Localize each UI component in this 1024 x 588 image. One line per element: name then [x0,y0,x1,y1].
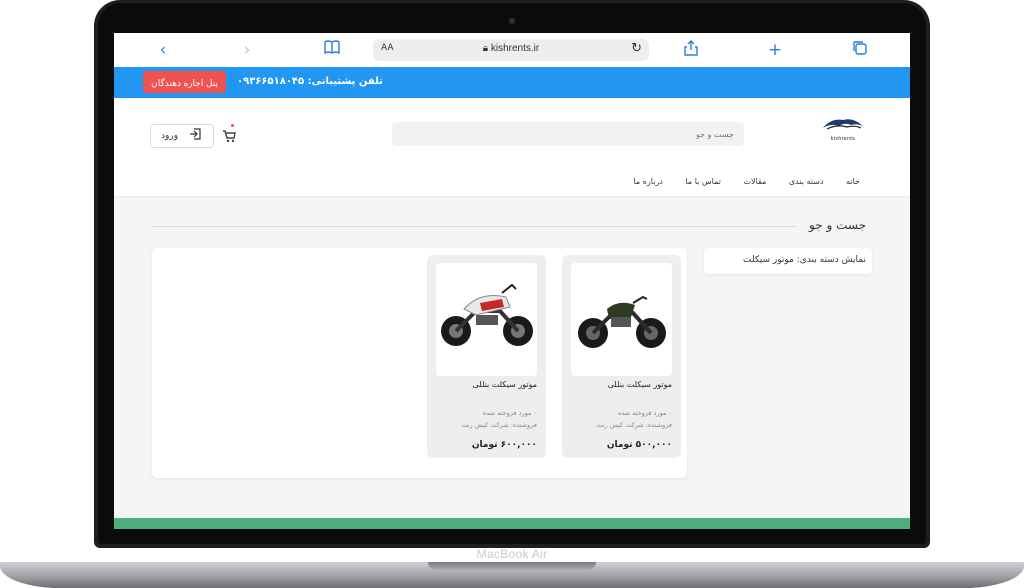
product-grid: موتور سیکلت بنللی ۰ مورد فروخته شده فروش… [152,248,687,478]
nav-item-home[interactable]: خانه [846,177,860,186]
lessor-panel-button[interactable]: پنل اجاره دهندگان [143,71,226,93]
site-topbar: پنل اجاره دهندگان تلفن پشتیبانی: ۰۹۳۶۶۵۱… [114,67,910,98]
browser-toolbar: ‹ › AA 🔒︎ kishrents.ir ↻ + [114,33,910,68]
login-icon [189,128,201,143]
site-logo[interactable]: kishrents [817,114,869,148]
login-label: ورود [161,130,179,140]
category-filter[interactable]: نمایش دسته بندی: موتور سیکلت [704,248,872,274]
laptop-chin [114,529,910,543]
book-icon[interactable] [321,40,343,60]
support-phone: تلفن پشتیبانی: ۰۹۳۶۶۵۱۸۰۴۵ [237,76,383,87]
url-text: 🔒︎ kishrents.ir [482,43,540,54]
filter-text: نمایش دسته بندی: موتور سیکلت [743,255,866,265]
product-name[interactable]: موتور سیکلت بنللی [473,380,537,389]
product-price: ۶۰۰,۰۰۰ تومان [471,440,537,450]
url-bar[interactable]: AA 🔒︎ kishrents.ir ↻ [373,39,649,61]
camera-icon [509,18,515,24]
product-seller: فروشنده: شرکت کیش رنت [461,421,537,429]
search-input[interactable] [392,122,744,146]
nav-item-contact[interactable]: تماس با ما [685,177,721,186]
chevron-left-icon[interactable]: ‹ [152,40,174,60]
device-brand-label: MacBook Air [476,547,548,561]
tabs-icon[interactable] [849,40,871,60]
footer-bar [114,518,910,529]
product-image[interactable] [436,263,537,376]
product-sold-count: ۰ مورد فروخته شده [482,409,537,417]
lock-icon: 🔒︎ [482,43,489,54]
nav-item-categories[interactable]: دسته بندی [789,177,824,186]
login-button[interactable]: ورود [150,124,214,148]
product-card[interactable]: موتور سیکلت بنللی ۰ مورد فروخته شده فروش… [562,255,681,458]
product-name[interactable]: موتور سیکلت بنللی [608,380,672,389]
product-seller: فروشنده: شرکت کیش رنت [596,421,672,429]
plus-icon[interactable]: + [764,40,786,60]
product-card[interactable]: موتور سیکلت بنللی ۰ مورد فروخته شده فروش… [427,255,546,458]
logo-text: kishrents [830,136,856,142]
reload-icon[interactable]: ↻ [631,41,642,56]
nav-item-about[interactable]: درباره ما [633,177,662,186]
nav-item-articles[interactable]: مقالات [744,177,767,186]
site-header: kishrents ورود خانه دسته بندی مقالات تما… [114,98,910,196]
page-title: جست و جو [809,218,866,232]
main-nav: خانه دسته بندی مقالات تماس با ما درباره … [613,177,860,186]
product-sold-count: ۰ مورد فروخته شده [617,409,672,417]
product-price: ۵۰۰,۰۰۰ تومان [606,440,672,450]
product-image[interactable] [571,263,672,376]
share-icon[interactable] [680,40,702,60]
cart-badge [231,124,234,127]
chevron-right-icon[interactable]: › [236,40,258,60]
title-divider [152,226,797,227]
cart-icon[interactable] [222,129,236,147]
laptop-notch [428,562,596,570]
browser-screen: ‹ › AA 🔒︎ kishrents.ir ↻ + پنل اجاره دهن… [114,33,910,529]
